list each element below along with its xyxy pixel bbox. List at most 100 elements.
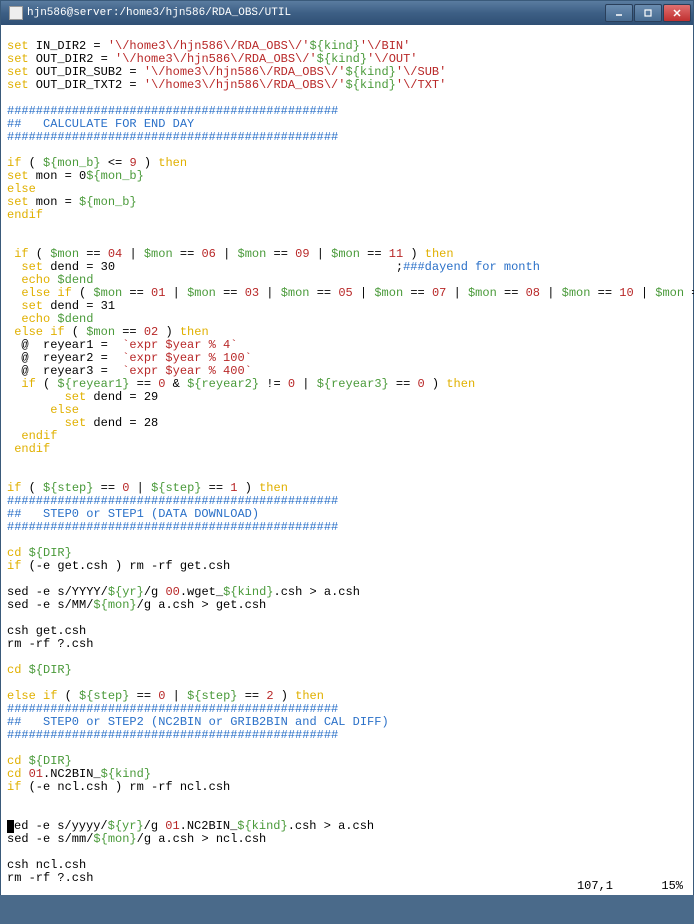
t: endif	[7, 429, 57, 443]
t: 1	[230, 481, 237, 495]
t: endif	[7, 442, 50, 456]
t: |	[353, 286, 375, 300]
t: ########################################…	[7, 702, 338, 716]
t: ==	[129, 689, 158, 703]
t: set	[7, 169, 29, 183]
t: endif	[7, 208, 43, 222]
window-controls	[605, 4, 691, 22]
t: ${mon_b}	[43, 156, 101, 170]
t: ==	[216, 286, 245, 300]
t: <=	[101, 156, 130, 170]
t: @ reyear2 =	[7, 351, 122, 365]
t: .wget_	[180, 585, 223, 599]
t: )	[158, 325, 180, 339]
t: ## STEP0 or STEP2 (NC2BIN or GRIB2BIN an…	[7, 715, 389, 729]
terminal-content[interactable]: set IN_DIR2 = '\/home3\/hjn586\/RDA_OBS\…	[1, 25, 693, 895]
t: )	[274, 689, 296, 703]
t: |	[165, 689, 187, 703]
t: OUT_DIR_SUB2 =	[29, 65, 144, 79]
t: )	[238, 481, 260, 495]
t: ed -e s/yyyy/	[14, 819, 108, 833]
t: ==	[389, 377, 418, 391]
t: .csh > a.csh	[274, 585, 360, 599]
maximize-button[interactable]	[634, 4, 662, 22]
cursor-position: 107,1	[577, 880, 613, 893]
t: IN_DIR2 =	[29, 39, 108, 53]
t: cd	[7, 663, 29, 677]
t: 00	[165, 585, 179, 599]
t: ${mon_b}	[86, 169, 144, 183]
t: '\/home3\/hjn586\/RDA_OBS\/'	[144, 78, 346, 92]
window-title: hjn586@server:/home3/hjn586/RDA_OBS/UTIL	[27, 7, 291, 19]
t: csh ncl.csh	[7, 858, 86, 872]
terminal-window: hjn586@server:/home3/hjn586/RDA_OBS/UTIL…	[0, 0, 694, 894]
t: $dend	[57, 312, 93, 326]
t: set	[7, 195, 29, 209]
t: set	[7, 52, 29, 66]
t: ==	[266, 247, 295, 261]
t: 9	[129, 156, 136, 170]
t: 10	[619, 286, 633, 300]
t: cd	[7, 754, 29, 768]
t: 03	[245, 286, 259, 300]
t: else if	[7, 689, 57, 703]
t: '\/BIN'	[360, 39, 410, 53]
t: echo	[7, 273, 57, 287]
t: set	[7, 78, 29, 92]
t: ==	[79, 247, 108, 261]
t: ${kind}	[101, 767, 151, 781]
t: |	[129, 481, 151, 495]
t: ${DIR}	[29, 546, 72, 560]
t: ;	[115, 260, 403, 274]
t: .NC2BIN_	[180, 819, 238, 833]
t: ${kind}	[345, 78, 395, 92]
t: sed -e s/mm/	[7, 832, 93, 846]
t: ==	[360, 247, 389, 261]
t: (-e ncl.csh ) rm -rf ncl.csh	[21, 780, 230, 794]
t: $mon	[562, 286, 591, 300]
t: ${reyear1}	[57, 377, 129, 391]
close-button[interactable]	[663, 4, 691, 22]
t: ${reyear3}	[317, 377, 389, 391]
t: sed -e s/YYYY/	[7, 585, 108, 599]
t: ${kind}	[317, 52, 367, 66]
t: ${DIR}	[29, 754, 72, 768]
minimize-button[interactable]	[605, 4, 633, 22]
t: '\/OUT'	[367, 52, 417, 66]
scroll-percent: 15%	[661, 880, 683, 893]
t: 0	[418, 377, 425, 391]
t: '\/home3\/hjn586\/RDA_OBS\/'	[144, 65, 346, 79]
t: ${yr}	[108, 819, 144, 833]
t: set	[7, 260, 43, 274]
t: `expr $year % 100`	[122, 351, 252, 365]
t: if	[7, 559, 21, 573]
t: ==	[129, 377, 158, 391]
t: if	[7, 247, 29, 261]
t: set	[7, 39, 29, 53]
t: (	[21, 481, 43, 495]
t: 04	[108, 247, 122, 261]
t: )	[425, 377, 447, 391]
t: ==	[238, 689, 267, 703]
t: 09	[295, 247, 309, 261]
t: then	[180, 325, 209, 339]
t: |	[446, 286, 468, 300]
t: cd	[7, 767, 29, 781]
t: |	[216, 247, 238, 261]
t: mon =	[29, 195, 79, 209]
t: $mon	[374, 286, 403, 300]
t: dend = 28	[86, 416, 158, 430]
t: ==	[590, 286, 619, 300]
t: $mon	[281, 286, 310, 300]
t: ## STEP0 or STEP1 (DATA DOWNLOAD)	[7, 507, 259, 521]
t: else	[7, 403, 79, 417]
t: $mon	[50, 247, 79, 261]
t: `expr $year % 4`	[122, 338, 237, 352]
t: |	[165, 286, 187, 300]
titlebar[interactable]: hjn586@server:/home3/hjn586/RDA_OBS/UTIL	[1, 1, 693, 25]
t: .NC2BIN_	[43, 767, 101, 781]
t: 06	[201, 247, 215, 261]
t: 08	[526, 286, 540, 300]
t: !=	[259, 377, 288, 391]
t: dend = 30	[43, 260, 115, 274]
